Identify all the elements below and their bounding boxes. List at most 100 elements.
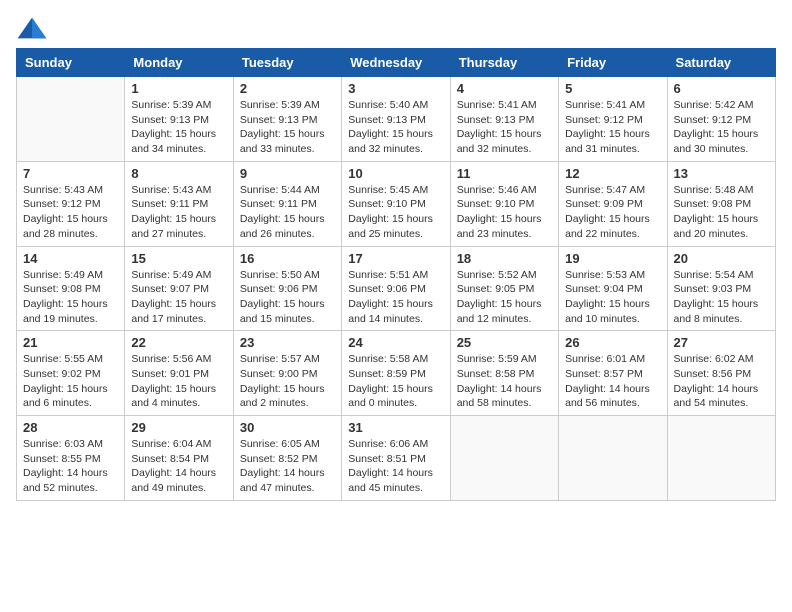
calendar-day-cell: 27Sunrise: 6:02 AM Sunset: 8:56 PM Dayli…	[667, 331, 775, 416]
calendar-day-cell: 4 Sunrise: 5:41 AM Sunset: 9:13 PM Daylig…	[450, 77, 558, 162]
day-info: Sunrise: 5:41 AM Sunset: 9:13 PM Dayligh…	[457, 98, 552, 157]
day-info: Sunrise: 5:51 AM Sunset: 9:06 PM Dayligh…	[348, 268, 443, 327]
calendar-empty-cell	[450, 416, 558, 501]
logo-icon	[16, 16, 48, 40]
day-info: Sunrise: 5:43 AM Sunset: 9:12 PM Dayligh…	[23, 183, 118, 242]
day-number: 14	[23, 251, 118, 266]
day-info: Sunrise: 5:39 AM Sunset: 9:13 PM Dayligh…	[131, 98, 226, 157]
calendar-day-cell: 22 Sunrise: 5:56 AM Sunset: 9:01 PM Dayli…	[125, 331, 233, 416]
day-number: 21	[23, 335, 118, 350]
day-number: 19	[565, 251, 660, 266]
day-info: Sunrise: 5:56 AM Sunset: 9:01 PM Dayligh…	[131, 352, 226, 411]
day-number: 30	[240, 420, 335, 435]
calendar-day-cell: 19 Sunrise: 5:53 AM Sunset: 9:04 PM Dayli…	[559, 246, 667, 331]
day-number: 8	[131, 166, 226, 181]
calendar-day-cell: 24 Sunrise: 5:58 AM Sunset: 8:59 PM Dayli…	[342, 331, 450, 416]
calendar-day-cell: 17Sunrise: 5:51 AM Sunset: 9:06 PM Dayli…	[342, 246, 450, 331]
calendar-day-cell: 13 Sunrise: 5:48 AM Sunset: 9:08 PM Dayli…	[667, 161, 775, 246]
calendar-header-row: SundayMondayTuesdayWednesdayThursdayFrid…	[17, 49, 776, 77]
calendar-day-cell: 3Sunrise: 5:40 AM Sunset: 9:13 PM Daylig…	[342, 77, 450, 162]
day-number: 23	[240, 335, 335, 350]
weekday-header: Monday	[125, 49, 233, 77]
calendar-week-row: 14 Sunrise: 5:49 AM Sunset: 9:08 PM Dayli…	[17, 246, 776, 331]
calendar-day-cell: 9 Sunrise: 5:44 AM Sunset: 9:11 PM Daylig…	[233, 161, 341, 246]
day-number: 29	[131, 420, 226, 435]
day-number: 10	[348, 166, 443, 181]
day-info: Sunrise: 5:49 AM Sunset: 9:08 PM Dayligh…	[23, 268, 118, 327]
day-info: Sunrise: 5:49 AM Sunset: 9:07 PM Dayligh…	[131, 268, 226, 327]
calendar-day-cell: 5 Sunrise: 5:41 AM Sunset: 9:12 PM Daylig…	[559, 77, 667, 162]
day-number: 24	[348, 335, 443, 350]
calendar-week-row: 1 Sunrise: 5:39 AM Sunset: 9:13 PM Daylig…	[17, 77, 776, 162]
day-info: Sunrise: 5:41 AM Sunset: 9:12 PM Dayligh…	[565, 98, 660, 157]
calendar-day-cell: 6 Sunrise: 5:42 AM Sunset: 9:12 PM Daylig…	[667, 77, 775, 162]
day-info: Sunrise: 6:04 AM Sunset: 8:54 PM Dayligh…	[131, 437, 226, 496]
calendar-table: SundayMondayTuesdayWednesdayThursdayFrid…	[16, 48, 776, 501]
day-number: 15	[131, 251, 226, 266]
weekday-header: Friday	[559, 49, 667, 77]
calendar-week-row: 21Sunrise: 5:55 AM Sunset: 9:02 PM Dayli…	[17, 331, 776, 416]
calendar-day-cell: 21Sunrise: 5:55 AM Sunset: 9:02 PM Dayli…	[17, 331, 125, 416]
day-number: 28	[23, 420, 118, 435]
calendar-day-cell: 16 Sunrise: 5:50 AM Sunset: 9:06 PM Dayli…	[233, 246, 341, 331]
calendar-day-cell: 23 Sunrise: 5:57 AM Sunset: 9:00 PM Dayli…	[233, 331, 341, 416]
day-info: Sunrise: 6:01 AM Sunset: 8:57 PM Dayligh…	[565, 352, 660, 411]
calendar-empty-cell	[667, 416, 775, 501]
day-info: Sunrise: 5:46 AM Sunset: 9:10 PM Dayligh…	[457, 183, 552, 242]
day-number: 27	[674, 335, 769, 350]
day-number: 4	[457, 81, 552, 96]
day-info: Sunrise: 5:42 AM Sunset: 9:12 PM Dayligh…	[674, 98, 769, 157]
calendar-day-cell: 18 Sunrise: 5:52 AM Sunset: 9:05 PM Dayli…	[450, 246, 558, 331]
day-info: Sunrise: 6:06 AM Sunset: 8:51 PM Dayligh…	[348, 437, 443, 496]
day-info: Sunrise: 5:59 AM Sunset: 8:58 PM Dayligh…	[457, 352, 552, 411]
day-info: Sunrise: 5:52 AM Sunset: 9:05 PM Dayligh…	[457, 268, 552, 327]
day-number: 16	[240, 251, 335, 266]
day-number: 13	[674, 166, 769, 181]
calendar-day-cell: 26 Sunrise: 6:01 AM Sunset: 8:57 PM Dayli…	[559, 331, 667, 416]
calendar-day-cell: 28 Sunrise: 6:03 AM Sunset: 8:55 PM Dayli…	[17, 416, 125, 501]
calendar-empty-cell	[17, 77, 125, 162]
weekday-header: Thursday	[450, 49, 558, 77]
day-number: 11	[457, 166, 552, 181]
day-info: Sunrise: 5:48 AM Sunset: 9:08 PM Dayligh…	[674, 183, 769, 242]
day-number: 1	[131, 81, 226, 96]
calendar-day-cell: 8Sunrise: 5:43 AM Sunset: 9:11 PM Daylig…	[125, 161, 233, 246]
day-info: Sunrise: 5:58 AM Sunset: 8:59 PM Dayligh…	[348, 352, 443, 411]
day-info: Sunrise: 5:40 AM Sunset: 9:13 PM Dayligh…	[348, 98, 443, 157]
day-number: 26	[565, 335, 660, 350]
calendar-day-cell: 1 Sunrise: 5:39 AM Sunset: 9:13 PM Daylig…	[125, 77, 233, 162]
calendar-day-cell: 12Sunrise: 5:47 AM Sunset: 9:09 PM Dayli…	[559, 161, 667, 246]
day-info: Sunrise: 6:05 AM Sunset: 8:52 PM Dayligh…	[240, 437, 335, 496]
day-number: 25	[457, 335, 552, 350]
calendar-day-cell: 15 Sunrise: 5:49 AM Sunset: 9:07 PM Dayli…	[125, 246, 233, 331]
day-info: Sunrise: 5:47 AM Sunset: 9:09 PM Dayligh…	[565, 183, 660, 242]
day-number: 2	[240, 81, 335, 96]
weekday-header: Saturday	[667, 49, 775, 77]
day-info: Sunrise: 5:45 AM Sunset: 9:10 PM Dayligh…	[348, 183, 443, 242]
day-number: 22	[131, 335, 226, 350]
day-number: 5	[565, 81, 660, 96]
calendar-week-row: 28 Sunrise: 6:03 AM Sunset: 8:55 PM Dayli…	[17, 416, 776, 501]
calendar-day-cell: 25 Sunrise: 5:59 AM Sunset: 8:58 PM Dayli…	[450, 331, 558, 416]
day-info: Sunrise: 5:57 AM Sunset: 9:00 PM Dayligh…	[240, 352, 335, 411]
calendar-empty-cell	[559, 416, 667, 501]
day-info: Sunrise: 5:53 AM Sunset: 9:04 PM Dayligh…	[565, 268, 660, 327]
calendar-day-cell: 31 Sunrise: 6:06 AM Sunset: 8:51 PM Dayli…	[342, 416, 450, 501]
calendar-day-cell: 30 Sunrise: 6:05 AM Sunset: 8:52 PM Dayli…	[233, 416, 341, 501]
day-number: 9	[240, 166, 335, 181]
calendar-day-cell: 7Sunrise: 5:43 AM Sunset: 9:12 PM Daylig…	[17, 161, 125, 246]
day-info: Sunrise: 6:03 AM Sunset: 8:55 PM Dayligh…	[23, 437, 118, 496]
day-number: 18	[457, 251, 552, 266]
day-number: 31	[348, 420, 443, 435]
weekday-header: Sunday	[17, 49, 125, 77]
day-info: Sunrise: 5:54 AM Sunset: 9:03 PM Dayligh…	[674, 268, 769, 327]
day-info: Sunrise: 5:39 AM Sunset: 9:13 PM Dayligh…	[240, 98, 335, 157]
calendar-day-cell: 10 Sunrise: 5:45 AM Sunset: 9:10 PM Dayli…	[342, 161, 450, 246]
day-number: 20	[674, 251, 769, 266]
day-info: Sunrise: 5:50 AM Sunset: 9:06 PM Dayligh…	[240, 268, 335, 327]
day-info: Sunrise: 5:44 AM Sunset: 9:11 PM Dayligh…	[240, 183, 335, 242]
calendar-day-cell: 11 Sunrise: 5:46 AM Sunset: 9:10 PM Dayli…	[450, 161, 558, 246]
calendar-day-cell: 14 Sunrise: 5:49 AM Sunset: 9:08 PM Dayli…	[17, 246, 125, 331]
calendar-week-row: 7Sunrise: 5:43 AM Sunset: 9:12 PM Daylig…	[17, 161, 776, 246]
day-number: 6	[674, 81, 769, 96]
